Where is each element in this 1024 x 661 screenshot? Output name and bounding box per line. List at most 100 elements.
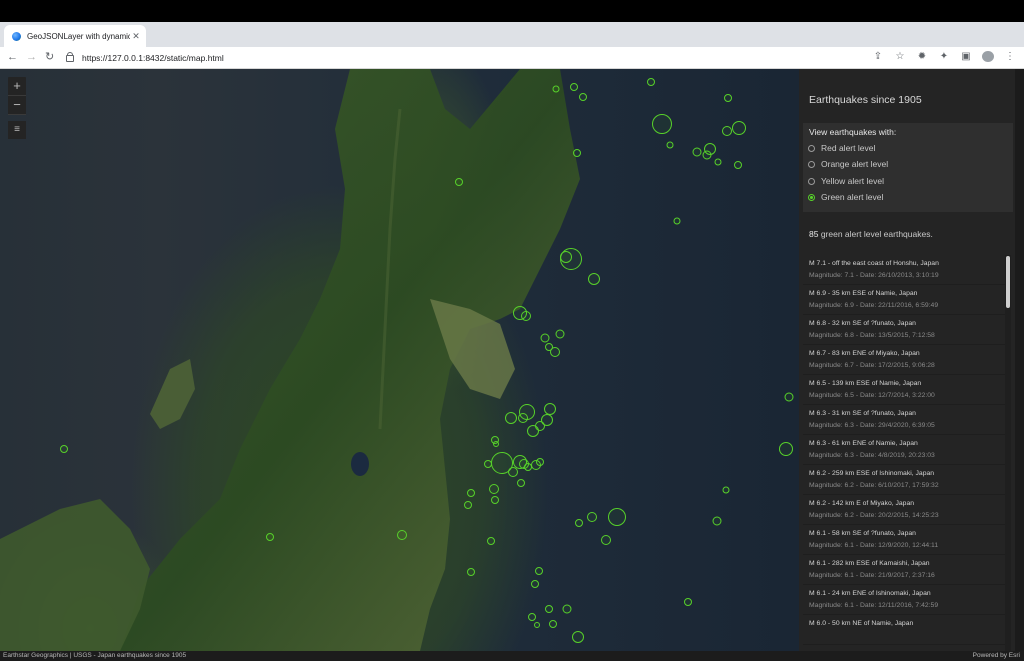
item-subtitle: Magnitude: 6.2 - Date: 6/10/2017, 17:59:… <box>809 482 939 489</box>
earthquake-marker[interactable] <box>587 512 597 522</box>
item-subtitle: Magnitude: 6.5 - Date: 12/7/2014, 3:22:0… <box>809 392 935 399</box>
kebab-menu-icon[interactable]: ⋮ <box>1004 51 1016 66</box>
earthquake-marker[interactable] <box>552 85 560 93</box>
earthquake-marker[interactable] <box>536 458 544 466</box>
earthquake-marker[interactable] <box>562 604 572 614</box>
earthquake-marker[interactable] <box>455 178 463 186</box>
earthquake-marker[interactable] <box>573 149 581 157</box>
earthquake-marker[interactable] <box>493 441 499 447</box>
earthquake-marker[interactable] <box>779 442 793 456</box>
earthquake-marker[interactable] <box>712 516 722 526</box>
screen-top-bar <box>0 0 1024 22</box>
earthquake-marker[interactable] <box>60 445 68 453</box>
layer-list-button[interactable]: ≡ <box>8 121 26 139</box>
earthquake-marker[interactable] <box>266 533 274 541</box>
profile-avatar-icon[interactable] <box>982 51 994 66</box>
earthquake-marker[interactable] <box>666 141 674 149</box>
radio-label: Yellow alert level <box>821 176 884 186</box>
earthquake-marker[interactable] <box>555 329 565 339</box>
list-item[interactable]: M 6.1 - 58 km SE of ?funato, Japan Magnit… <box>803 525 1005 555</box>
powered-by-esri[interactable]: Powered by Esri <box>973 651 1020 661</box>
earthquake-marker[interactable] <box>524 463 532 471</box>
close-icon[interactable]: ✕ <box>130 31 142 42</box>
radio-yellow[interactable]: Yellow alert level <box>808 176 884 186</box>
earthquake-marker[interactable] <box>545 605 553 613</box>
reload-button[interactable]: ↻ <box>45 50 54 64</box>
earthquake-marker[interactable] <box>714 158 722 166</box>
earthquake-marker[interactable] <box>684 598 692 606</box>
browser-tab[interactable]: GeoJSONLayer with dynamic l ✕ <box>4 25 146 47</box>
radio-green[interactable]: Green alert level <box>808 192 883 202</box>
sidepanel-icon[interactable]: ▣ <box>960 51 972 66</box>
filter-title: View earthquakes with: <box>809 127 897 137</box>
earthquake-marker[interactable] <box>724 94 732 102</box>
earthquake-marker[interactable] <box>722 486 730 494</box>
earthquake-marker[interactable] <box>545 343 553 351</box>
earthquake-marker[interactable] <box>673 217 681 225</box>
earthquake-marker[interactable] <box>528 613 536 621</box>
earthquake-marker[interactable] <box>570 83 578 91</box>
list-item[interactable]: M 6.1 - 282 km ESE of Kamaishi, Japan Mag… <box>803 555 1005 585</box>
earthquake-marker[interactable] <box>734 161 742 169</box>
map-view[interactable]: + − ≡ <box>0 69 799 651</box>
list-item[interactable]: M 6.3 - 61 km ENE of Namie, Japan Magnitu… <box>803 435 1005 465</box>
zoom-in-button[interactable]: + <box>8 77 26 96</box>
earthquake-marker[interactable] <box>505 412 517 424</box>
earthquake-marker[interactable] <box>608 508 626 526</box>
earthquake-marker[interactable] <box>467 489 475 497</box>
share-icon[interactable]: ⇪ <box>872 51 884 66</box>
earthquake-marker[interactable] <box>518 413 528 423</box>
earthquake-marker[interactable] <box>521 311 531 321</box>
list-item[interactable]: M 6.2 - 259 km ESE of Ishinomaki, Japan M… <box>803 465 1005 495</box>
earthquake-marker[interactable] <box>508 467 518 477</box>
earthquake-marker[interactable] <box>487 537 495 545</box>
earthquake-marker[interactable] <box>531 580 539 588</box>
list-item[interactable]: M 6.9 - 35 km ESE of Namie, Japan Magnitu… <box>803 285 1005 315</box>
earthquake-marker[interactable] <box>732 121 746 135</box>
earthquake-marker[interactable] <box>491 496 499 504</box>
earthquake-marker[interactable] <box>702 150 712 160</box>
earthquake-marker[interactable] <box>535 567 543 575</box>
earthquake-marker[interactable] <box>534 622 540 628</box>
earthquake-marker[interactable] <box>588 273 600 285</box>
earthquake-marker[interactable] <box>579 93 587 101</box>
earthquake-marker[interactable] <box>517 479 525 487</box>
list-item[interactable]: M 6.0 - 50 km NE of Namie, Japan <box>803 615 1005 645</box>
list-item[interactable]: M 6.5 - 139 km ESE of Namie, Japan Magnit… <box>803 375 1005 405</box>
star-icon[interactable]: ☆ <box>894 51 906 66</box>
list-item[interactable]: M 7.1 - off the east coast of Honshu, Ja… <box>803 255 1005 285</box>
earthquake-marker[interactable] <box>722 126 732 136</box>
earthquake-marker[interactable] <box>467 568 475 576</box>
list-item[interactable]: M 6.2 - 142 km E of Miyako, Japan Magnitu… <box>803 495 1005 525</box>
earthquake-marker[interactable] <box>575 519 583 527</box>
earthquake-marker[interactable] <box>397 530 407 540</box>
list-item[interactable]: M 6.7 - 83 km ENE of Miyako, Japan Magnit… <box>803 345 1005 375</box>
list-item[interactable]: M 6.3 - 31 km SE of ?funato, Japan Magnit… <box>803 405 1005 435</box>
radio-orange[interactable]: Orange alert level <box>808 159 888 169</box>
earthquake-marker[interactable] <box>560 251 572 263</box>
earthquake-marker[interactable] <box>784 392 794 402</box>
earthquake-marker[interactable] <box>527 425 539 437</box>
earthquake-marker[interactable] <box>549 620 557 628</box>
earthquake-marker[interactable] <box>540 333 550 343</box>
earthquake-marker[interactable] <box>647 78 655 86</box>
zoom-out-button[interactable]: − <box>8 96 26 115</box>
earthquake-marker[interactable] <box>572 631 584 643</box>
bug-extension-icon[interactable]: ✹ <box>916 51 928 66</box>
url-field[interactable]: https://127.0.0.1:8432/static/map.html <box>62 49 882 66</box>
earthquake-marker[interactable] <box>484 460 492 468</box>
list-scrollbar[interactable] <box>1005 255 1011 651</box>
earthquake-marker[interactable] <box>692 147 702 157</box>
earthquake-marker[interactable] <box>489 484 499 494</box>
earthquake-marker[interactable] <box>464 501 472 509</box>
back-button[interactable]: ← <box>7 50 18 64</box>
scrollbar-thumb[interactable] <box>1006 256 1010 308</box>
puzzle-icon[interactable]: ✦ <box>938 51 950 66</box>
earthquake-marker[interactable] <box>652 114 672 134</box>
list-item[interactable]: M 6.1 - 24 km ENE of Ishinomaki, Japan Ma… <box>803 585 1005 615</box>
earthquake-marker[interactable] <box>601 535 611 545</box>
radio-red[interactable]: Red alert level <box>808 143 875 153</box>
forward-button[interactable]: → <box>26 50 37 64</box>
list-item[interactable]: M 6.8 - 32 km SE of ?funato, Japan Magnit… <box>803 315 1005 345</box>
item-subtitle: Magnitude: 6.2 - Date: 20/2/2015, 14:25:… <box>809 512 939 519</box>
